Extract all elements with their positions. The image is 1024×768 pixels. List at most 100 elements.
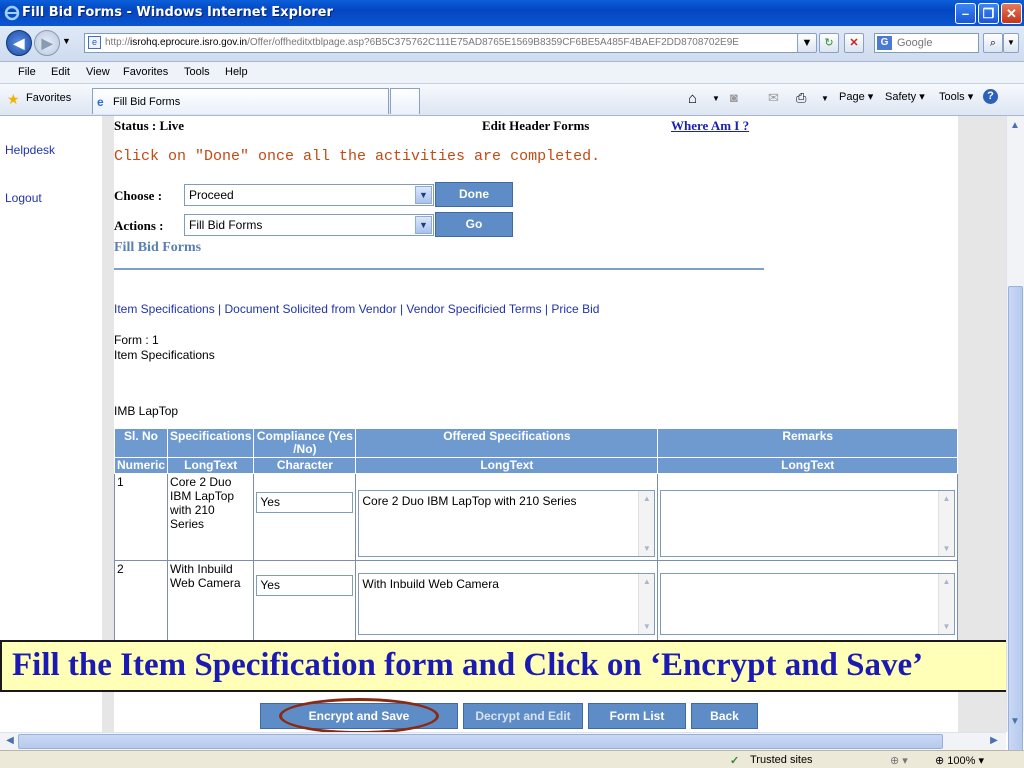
link-price-bid[interactable]: Price Bid (551, 302, 599, 316)
home-dropdown-icon[interactable]: ▼ (712, 94, 720, 103)
link-vendor-terms[interactable]: Vendor Specificied Terms (406, 302, 541, 316)
back-nav-button[interactable]: ◀ (6, 30, 32, 56)
back-button[interactable]: Back (691, 703, 758, 729)
google-icon: G (877, 36, 892, 50)
print-dropdown-icon[interactable]: ▼ (821, 94, 829, 103)
zoom-level[interactable]: ⊕ 100% ▾ (935, 754, 984, 767)
feeds-icon[interactable]: ◙ (730, 90, 738, 105)
menu-tools[interactable]: Tools (184, 66, 210, 78)
stop-button[interactable]: ✕ (844, 33, 864, 53)
scroll-right-icon[interactable]: ▶ (986, 733, 1002, 749)
search-options-button[interactable]: ▼ (1003, 33, 1019, 53)
cell-compliance: Yes (253, 560, 357, 641)
link-item-specifications[interactable]: Item Specifications (114, 302, 215, 316)
compliance-input[interactable]: Yes (256, 492, 354, 513)
subheader-sl: Numeric (113, 457, 169, 474)
form-links-nav: Item Specifications | Document Solicited… (114, 302, 600, 316)
table-header-row: Sl. No Specifications Compliance (Yes /N… (113, 428, 958, 458)
window-title-bar: Fill Bid Forms - Windows Internet Explor… (0, 0, 1024, 26)
forward-nav-button[interactable]: ▶ (34, 30, 60, 56)
protected-mode-icon[interactable]: ⊕ ▾ (890, 754, 908, 767)
menu-view[interactable]: View (86, 66, 110, 78)
tab-label: Fill Bid Forms (113, 96, 181, 108)
menu-bar: File Edit View Favorites Tools Help (0, 62, 1024, 84)
check-icon: ✓ (730, 755, 740, 767)
divider (114, 268, 764, 270)
remarks-textarea[interactable]: ▲ ▼ (660, 573, 955, 635)
horizontal-scroll-thumb[interactable] (18, 734, 943, 749)
offered-spec-text: With Inbuild Web Camera (362, 577, 499, 591)
logout-link[interactable]: Logout (5, 191, 42, 205)
textarea-scrollbar[interactable]: ▲ ▼ (638, 491, 655, 556)
home-icon[interactable]: ⌂ (688, 90, 697, 107)
address-dropdown-button[interactable]: ▼ (797, 33, 817, 53)
subheader-compliance: Character (253, 457, 357, 474)
col-header-sl: Sl. No (113, 428, 169, 458)
vertical-scrollbar[interactable]: ▲ ▼ (1006, 116, 1024, 756)
menu-edit[interactable]: Edit (51, 66, 70, 78)
cell-sl: 1 (113, 473, 169, 561)
scroll-left-icon[interactable]: ◀ (2, 733, 18, 749)
subheader-spec: LongText (167, 457, 255, 474)
tools-menu[interactable]: Tools ▾ (939, 90, 973, 103)
link-document-solicited[interactable]: Document Solicited from Vendor (225, 302, 397, 316)
remarks-textarea[interactable]: ▲ ▼ (660, 490, 955, 557)
form-number: Form : 1 (114, 333, 159, 347)
safety-menu[interactable]: Safety ▾ (885, 90, 925, 103)
helpdesk-link[interactable]: Helpdesk (5, 143, 55, 157)
page-icon: e (88, 36, 101, 49)
choose-select[interactable]: Proceed ▼ (184, 184, 434, 206)
favorites-button[interactable]: Favorites (26, 92, 71, 104)
menu-help[interactable]: Help (225, 66, 248, 78)
choose-selected-value: Proceed (189, 188, 234, 202)
ie-logo-icon (4, 5, 20, 21)
actions-selected-value: Fill Bid Forms (189, 218, 263, 232)
col-header-remarks: Remarks (657, 428, 958, 458)
form-name: Item Specifications (114, 348, 215, 362)
url-path: /Offer/offheditxtblpage.asp?6B5C375762C1… (247, 37, 739, 48)
help-icon[interactable]: ? (983, 89, 998, 104)
compliance-input[interactable]: Yes (256, 575, 354, 596)
page-menu[interactable]: Page ▾ (839, 90, 873, 103)
col-header-spec: Specifications (167, 428, 255, 458)
form-list-button[interactable]: Form List (588, 703, 686, 729)
textarea-scrollbar[interactable]: ▲ ▼ (938, 491, 954, 556)
minimize-button[interactable]: – (955, 3, 976, 24)
menu-file[interactable]: File (18, 66, 36, 78)
mail-icon[interactable]: ✉ (768, 90, 779, 106)
address-bar[interactable]: e http://isrohq.eprocure.isro.gov.in/Off… (84, 33, 815, 53)
chevron-down-icon: ▼ (415, 186, 432, 204)
print-icon[interactable]: ⎙ (796, 90, 806, 106)
offered-spec-textarea[interactable]: With Inbuild Web Camera ▲ ▼ (358, 573, 656, 635)
decrypt-and-edit-button[interactable]: Decrypt and Edit (463, 703, 583, 729)
actions-label: Actions : (114, 218, 164, 233)
refresh-button[interactable]: ↻ (819, 33, 839, 53)
where-am-i-link[interactable]: Where Am I ? (671, 118, 749, 134)
scroll-up-icon[interactable]: ▲ (1007, 118, 1023, 134)
cell-sl: 2 (113, 560, 169, 641)
url-host: isrohq.eprocure.isro.gov.in (130, 37, 248, 48)
status-text: Status : Live (114, 118, 185, 133)
offered-spec-textarea[interactable]: Core 2 Duo IBM LapTop with 210 Series ▲ ▼ (358, 490, 656, 557)
close-window-button[interactable]: ✕ (1001, 3, 1022, 24)
restore-button[interactable]: ❐ (978, 3, 999, 24)
actions-select[interactable]: Fill Bid Forms ▼ (184, 214, 434, 236)
vertical-scroll-thumb[interactable] (1008, 286, 1023, 756)
cell-spec: Core 2 Duo IBM LapTop with 210 Series (167, 473, 255, 561)
favorites-star-icon: ★ (7, 91, 20, 107)
recent-pages-dropdown-icon[interactable]: ▼ (62, 36, 71, 46)
done-button[interactable]: Done (435, 182, 513, 207)
textarea-scrollbar[interactable]: ▲ ▼ (938, 574, 954, 634)
search-placeholder: Google (897, 37, 933, 49)
horizontal-scrollbar[interactable]: ◀ ▶ (0, 732, 1006, 750)
browser-tab-active[interactable]: e Fill Bid Forms (92, 88, 389, 114)
new-tab-button[interactable] (390, 88, 420, 114)
search-button[interactable]: ⌕ (983, 33, 1003, 53)
col-header-offered: Offered Specifications (355, 428, 659, 458)
search-input[interactable]: G Google (874, 33, 979, 53)
scroll-down-icon[interactable]: ▼ (1007, 714, 1023, 730)
textarea-scrollbar[interactable]: ▲ ▼ (638, 574, 655, 634)
item-name: IMB LapTop (114, 404, 179, 418)
go-button[interactable]: Go (435, 212, 513, 237)
menu-favorites[interactable]: Favorites (123, 66, 168, 78)
